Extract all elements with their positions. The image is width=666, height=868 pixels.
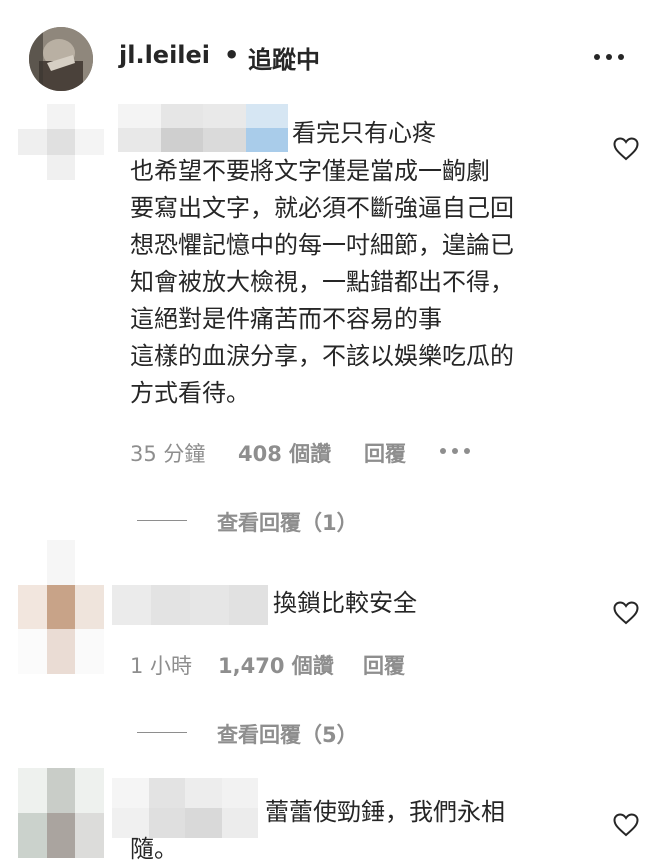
comment-line: 知會被放大檢視，一點錯都出不得， (130, 268, 514, 296)
comment-line: 這絕對是件痛苦而不容易的事 (130, 305, 442, 333)
reply-button[interactable]: 回覆 (363, 650, 405, 680)
replies-divider (137, 732, 187, 733)
comment-line: 這樣的血淚分享，不該以娛樂吃瓜的 (130, 342, 514, 370)
comment-meta: 1 小時 1,470 個讚 回覆 (130, 650, 430, 678)
replies-divider (137, 520, 187, 521)
view-replies-button[interactable]: 查看回覆（5） (217, 719, 358, 749)
commenter-username[interactable] (118, 104, 288, 152)
comment-time: 35 分鐘 (130, 442, 206, 466)
avatar-photo (29, 27, 93, 91)
comment-line: 方式看待。 (130, 379, 250, 407)
commenter-avatar[interactable] (18, 104, 104, 180)
commenter-username[interactable] (112, 778, 258, 838)
heart-outline-icon[interactable] (613, 137, 639, 161)
comment-line: 隨。 (130, 835, 178, 863)
reply-button[interactable]: 回覆 (364, 438, 406, 468)
like-count[interactable]: 1,470 個讚 (218, 650, 334, 680)
like-count[interactable]: 408 個讚 (238, 438, 331, 468)
comment-line: 看完只有心疼 (292, 119, 436, 147)
comment-time: 1 小時 (130, 654, 193, 678)
heart-outline-icon[interactable] (613, 813, 639, 837)
comment-line: 要寫出文字，就必須不斷強逼自己回 (130, 194, 514, 222)
comment-line: 換鎖比較安全 (273, 589, 417, 617)
username[interactable]: jl.leilei (119, 41, 210, 69)
comment-line: 也希望不要將文字僅是當成一齣劇 (130, 157, 490, 185)
following-status[interactable]: 追蹤中 (248, 40, 320, 75)
more-options-icon[interactable] (592, 46, 626, 66)
heart-outline-icon[interactable] (613, 601, 639, 625)
separator-dot: • (224, 41, 240, 69)
comment-meta: 35 分鐘 408 個讚 回覆 (130, 438, 490, 466)
commenter-avatar[interactable] (18, 768, 104, 858)
view-replies-button[interactable]: 查看回覆（1） (217, 507, 358, 537)
comment-line: 想恐懼記憶中的每一吋細節，遑論已 (130, 231, 514, 259)
profile-avatar[interactable] (29, 27, 93, 91)
commenter-username[interactable] (112, 585, 268, 625)
comment-line: 蕾蕾使勁錘，我們永相 (265, 798, 505, 826)
commenter-avatar[interactable] (18, 540, 104, 674)
more-options-icon[interactable] (440, 448, 470, 456)
